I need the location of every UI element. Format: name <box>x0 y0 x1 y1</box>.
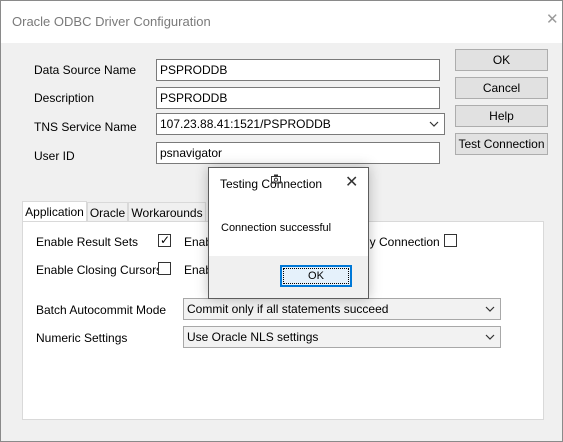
enable-result-sets-checkbox[interactable]: ✓ <box>158 233 171 247</box>
dialog-footer: OK <box>209 256 368 298</box>
ly-connection-label: ly Connection <box>367 235 440 249</box>
tns-service-name-value: 107.23.88.41:1521/PSPRODDB <box>160 117 331 131</box>
tns-service-name-label: TNS Service Name <box>34 120 137 134</box>
testing-connection-dialog: Testing Connection ✕ Connection successf… <box>208 167 369 299</box>
numeric-settings-select[interactable]: Use Oracle NLS settings <box>183 326 501 348</box>
data-source-name-label: Data Source Name <box>34 63 137 77</box>
data-source-name-input[interactable]: PSPRODDB <box>156 59 440 81</box>
checkmark-icon: ✓ <box>160 233 171 247</box>
chevron-down-icon <box>485 334 495 340</box>
numeric-settings-label: Numeric Settings <box>36 331 128 345</box>
dialog-close-icon[interactable]: ✕ <box>345 174 358 192</box>
description-input[interactable]: PSPRODDB <box>156 87 440 109</box>
focus-rectangle <box>283 268 349 284</box>
camera-icon <box>271 174 281 184</box>
enable-closing-cursors-label: Enable Closing Cursors <box>36 263 163 277</box>
enable-result-sets-label: Enable Result Sets <box>36 235 139 249</box>
enable-closing-cursors-checkbox[interactable] <box>158 262 171 275</box>
numeric-settings-value: Use Oracle NLS settings <box>187 330 319 344</box>
tab-workarounds[interactable]: Workarounds <box>128 202 206 222</box>
ly-connection-checkbox[interactable] <box>444 234 457 247</box>
window-title: Oracle ODBC Driver Configuration <box>12 14 211 29</box>
batch-autocommit-select[interactable]: Commit only if all statements succeed <box>183 298 501 320</box>
batch-autocommit-label: Batch Autocommit Mode <box>36 303 167 317</box>
description-label: Description <box>34 91 95 105</box>
dialog-message: Connection successful <box>221 222 332 234</box>
window-close-icon[interactable]: ✕ <box>546 12 562 28</box>
dialog-ok-button[interactable]: OK <box>280 265 352 287</box>
ok-button[interactable]: OK <box>455 49 548 71</box>
tab-application[interactable]: Application <box>22 201 87 222</box>
batch-autocommit-value: Commit only if all statements succeed <box>187 302 389 316</box>
chevron-down-icon <box>485 306 495 312</box>
dialog-title-bar: Testing Connection ✕ <box>209 168 368 199</box>
title-bar: Oracle ODBC Driver Configuration ✕ <box>1 1 562 43</box>
user-id-label: User ID <box>34 149 75 163</box>
tab-oracle[interactable]: Oracle <box>87 202 128 222</box>
help-button[interactable]: Help <box>455 105 548 127</box>
user-id-input[interactable]: psnavigator <box>156 142 440 164</box>
test-connection-button[interactable]: Test Connection <box>455 133 548 155</box>
chevron-down-icon[interactable] <box>429 117 439 131</box>
tns-service-name-combo[interactable]: 107.23.88.41:1521/PSPRODDB <box>156 113 445 135</box>
cancel-button[interactable]: Cancel <box>455 77 548 99</box>
